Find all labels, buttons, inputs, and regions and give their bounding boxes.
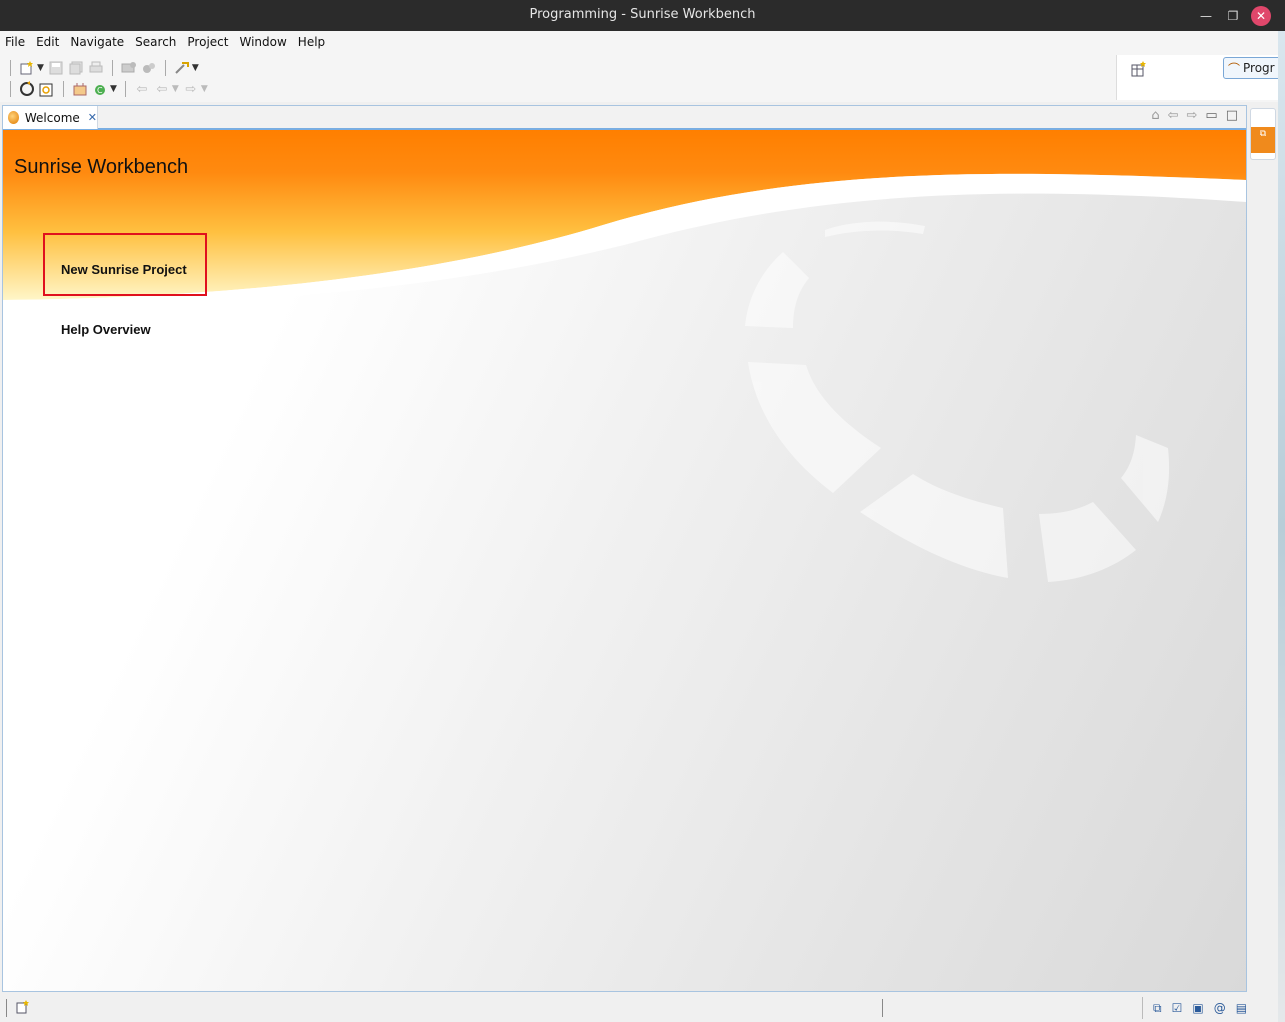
toolbar-separator [63, 81, 64, 97]
right-trim-stack: ⧉ [1250, 108, 1276, 160]
chevron-down-icon[interactable]: ▼ [192, 63, 199, 73]
menu-navigate[interactable]: Navigate [70, 35, 124, 49]
console-icon[interactable]: ▣ [1192, 1001, 1203, 1015]
editor-tab-bar: Welcome ✕ ⌂ ⇦ ⇨ ▭ □ [3, 106, 1246, 130]
minimize-button[interactable]: — [1196, 6, 1216, 26]
perspective-label: Progr [1243, 61, 1275, 75]
toolbar-separator [124, 81, 126, 97]
last-edit-icon[interactable]: ⇦ [134, 81, 150, 97]
new-file-icon[interactable] [19, 60, 35, 76]
chevron-down-icon[interactable]: ▼ [110, 84, 117, 94]
perspective-programming-button[interactable]: ⌒ Progr [1223, 57, 1279, 79]
menu-edit[interactable]: Edit [36, 35, 59, 49]
javadoc-icon[interactable]: @ [1214, 1001, 1226, 1015]
toolbar-row-2: C ▼ ⇦ ⇦ ▼ ⇨ ▼ [4, 78, 210, 100]
status-bar: ⧉ ☑ ▣ @ ▤ [0, 995, 1278, 1022]
editor-area: Welcome ✕ ⌂ ⇦ ⇨ ▭ □ Sunrise Workbench Ne… [2, 105, 1247, 992]
deploy-icon[interactable] [39, 81, 55, 97]
toolbar-separator [10, 60, 11, 76]
restore-view-icon[interactable]: ⧉ [1251, 127, 1275, 153]
desktop-edge [1278, 31, 1285, 1022]
perspective-icon: ⌒ [1228, 61, 1241, 76]
properties-icon[interactable]: ▤ [1236, 1001, 1247, 1015]
toolbar-row-1: ▼ ▼ [4, 57, 201, 79]
help-overview-link[interactable]: Help Overview [61, 322, 151, 337]
maximize-view-icon[interactable]: □ [1226, 108, 1238, 123]
back-arrow-icon[interactable]: ⇦ [154, 81, 170, 97]
restore-icon[interactable]: ⧉ [1153, 1001, 1162, 1016]
save-all-icon[interactable] [68, 60, 84, 76]
welcome-icon [8, 111, 19, 124]
back-arrow-icon[interactable]: ⇦ [1168, 108, 1179, 123]
menu-window[interactable]: Window [239, 35, 286, 49]
menu-help[interactable]: Help [298, 35, 325, 49]
chevron-down-icon[interactable]: ▼ [201, 84, 208, 94]
package-icon[interactable] [72, 81, 88, 97]
menu-bar: File Edit Navigate Search Project Window… [0, 31, 1278, 53]
status-separator [6, 999, 7, 1017]
window-title: Programming - Sunrise Workbench [529, 7, 756, 22]
page-title: Sunrise Workbench [14, 156, 189, 178]
tasks-icon[interactable]: ☑ [1172, 1001, 1183, 1015]
minimize-view-icon[interactable]: ▭ [1205, 108, 1217, 123]
home-icon[interactable]: ⌂ [1151, 108, 1159, 123]
run-config-icon[interactable] [174, 60, 190, 76]
perspective-bar: ⌒ Progr [1116, 55, 1279, 100]
menu-project[interactable]: Project [187, 35, 228, 49]
build-icon[interactable] [121, 60, 137, 76]
tab-welcome[interactable]: Welcome ✕ [3, 106, 98, 129]
menu-search[interactable]: Search [135, 35, 176, 49]
main-toolbar: ▼ ▼ C ▼ ⇦ ⇦ ▼ ⇨ ▼ [0, 53, 1278, 102]
toolbar-separator [164, 60, 166, 76]
window-titlebar: Programming - Sunrise Workbench — ❐ ✕ [0, 0, 1285, 31]
forward-arrow-icon[interactable]: ⇨ [1187, 108, 1198, 123]
menu-file[interactable]: File [5, 35, 25, 49]
chevron-down-icon[interactable]: ▼ [172, 84, 179, 94]
svg-text:C: C [97, 86, 103, 95]
fast-view-icon[interactable] [16, 1000, 30, 1017]
save-icon[interactable] [48, 60, 64, 76]
close-window-button[interactable]: ✕ [1251, 6, 1271, 26]
forward-arrow-icon[interactable]: ⇨ [183, 81, 199, 97]
print-icon[interactable] [88, 60, 104, 76]
welcome-page: Sunrise Workbench New Sunrise Project He… [3, 130, 1246, 991]
build-all-icon[interactable] [141, 60, 157, 76]
toolbar-separator [10, 81, 11, 97]
new-sunrise-project-link[interactable]: New Sunrise Project [61, 262, 187, 277]
sync-icon[interactable] [19, 81, 35, 97]
tab-actions: ⌂ ⇦ ⇨ ▭ □ [1151, 108, 1238, 123]
close-tab-icon[interactable]: ✕ [88, 111, 97, 124]
open-perspective-icon[interactable] [1131, 61, 1147, 81]
status-trim-icons: ⧉ ☑ ▣ @ ▤ [1142, 997, 1247, 1019]
restore-button[interactable]: ❐ [1223, 6, 1243, 26]
status-separator [882, 999, 883, 1017]
toolbar-separator [111, 60, 113, 76]
refresh-icon[interactable]: C [92, 81, 108, 97]
chevron-down-icon[interactable]: ▼ [37, 63, 44, 73]
tab-label: Welcome [24, 110, 80, 125]
